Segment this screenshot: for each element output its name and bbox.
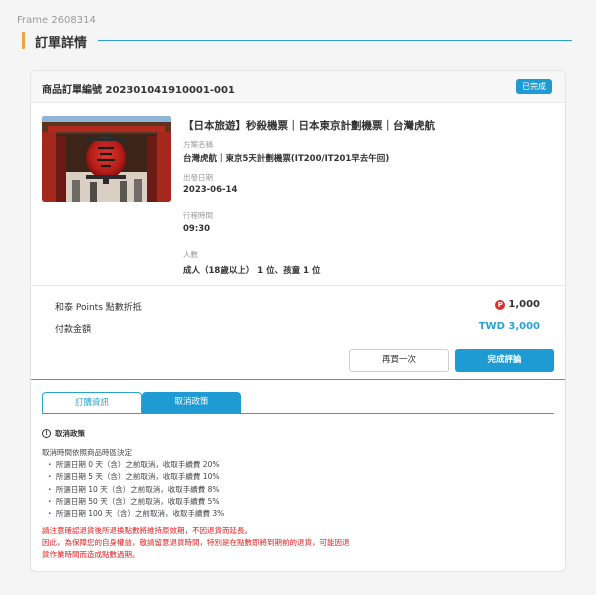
section-header: 訂單詳情 xyxy=(22,31,572,51)
order-card: 商品訂單編號 20230104191000​1-001 已完成 xyxy=(30,70,566,572)
plan-label: 方案名稱 xyxy=(183,140,213,149)
info-icon: ! xyxy=(42,429,51,438)
status-badge: 已完成 xyxy=(516,79,552,94)
product-title[interactable]: 【日本旅遊】秒殺機票｜日本東京計劃機票｜台灣虎航 xyxy=(183,118,435,133)
policy-item: ・ 所選日期 50 天（含）之前取消，收取手續費 5% xyxy=(46,496,220,506)
order-number: 商品訂單編號 20230104191000​1-001 xyxy=(42,85,235,96)
trip-time-value: 09:30 xyxy=(183,224,211,234)
points-icon: P xyxy=(495,299,506,310)
tabs-underline xyxy=(42,413,554,414)
temple-lantern-image xyxy=(42,116,171,202)
page-title: 訂單詳情 xyxy=(35,36,88,51)
policy-warning-line: 貨作業時間而造成點數過期。 xyxy=(42,550,140,560)
policy-body: 取消時間依照商品時區決定 ・ 所選日期 0 天（含）之前取消，收取手續費 20%… xyxy=(42,447,224,520)
product-divider xyxy=(31,285,565,286)
policy-warning-line: 請注意確認退貨後所退換點數將維持原效期，不因退貨而延長。 xyxy=(42,526,252,535)
depart-date-value: 2023-06-14 xyxy=(183,185,238,195)
tabs-top-divider xyxy=(31,379,565,380)
policy-item: ・ 所選日期 10 天（含）之前取消，收取手續費 8% xyxy=(46,484,220,494)
trip-time-label: 行程時間 xyxy=(183,211,213,220)
section-divider xyxy=(98,40,572,41)
policy-heading: ! 取消政策 xyxy=(42,428,85,439)
buy-again-button[interactable]: 再買一次 xyxy=(349,349,449,372)
points-amount: P 1,000 xyxy=(495,299,540,310)
total-value: TWD 3,000 xyxy=(478,321,540,332)
total-label: 付款金額 xyxy=(55,325,92,335)
policy-item: ・ 所選日期 5 天（含）之前取消，收取手續費 10% xyxy=(46,472,220,482)
review-button[interactable]: 完成評論 xyxy=(455,349,554,372)
people-label: 人數 xyxy=(183,250,198,259)
policy-intro: 取消時間依照商品時區決定 xyxy=(42,448,132,457)
points-label: 和泰 Points 點數折抵 xyxy=(55,303,142,313)
points-value: 1,000 xyxy=(508,299,540,310)
policy-warning-line: 因此，為保障您的自身權益，敬請留意退貨時間，特別是在點數即將到期前的退貨，可能因… xyxy=(42,538,350,548)
policy-item: ・ 所選日期 100 天（含）之前取消，收取手續費 3% xyxy=(46,509,225,519)
section-marker xyxy=(22,32,25,49)
tab-cancel-policy[interactable]: 取消政策 xyxy=(142,392,241,414)
policy-warning: 請注意確認退貨後所退換點數將維持原效期，不因退貨而延長。 因此，為保障您的自身權… xyxy=(42,525,350,562)
policy-heading-text: 取消政策 xyxy=(55,429,85,438)
tab-order-info[interactable]: 訂購資訊 xyxy=(42,392,142,414)
plan-value: 台灣虎航｜東京5天計劃機票(IT200/IT201早去午回) xyxy=(183,154,390,164)
frame-label: Frame 2608314 xyxy=(17,15,96,26)
product-thumbnail[interactable] xyxy=(42,116,171,202)
people-value: 成人（18歲以上） 1 位、孩童 1 位 xyxy=(183,266,321,276)
depart-date-label: 出發日期 xyxy=(183,173,213,182)
policy-item: ・ 所選日期 0 天（含）之前取消，收取手續費 20% xyxy=(46,460,220,470)
order-header: 商品訂單編號 20230104191000​1-001 已完成 xyxy=(31,71,565,103)
